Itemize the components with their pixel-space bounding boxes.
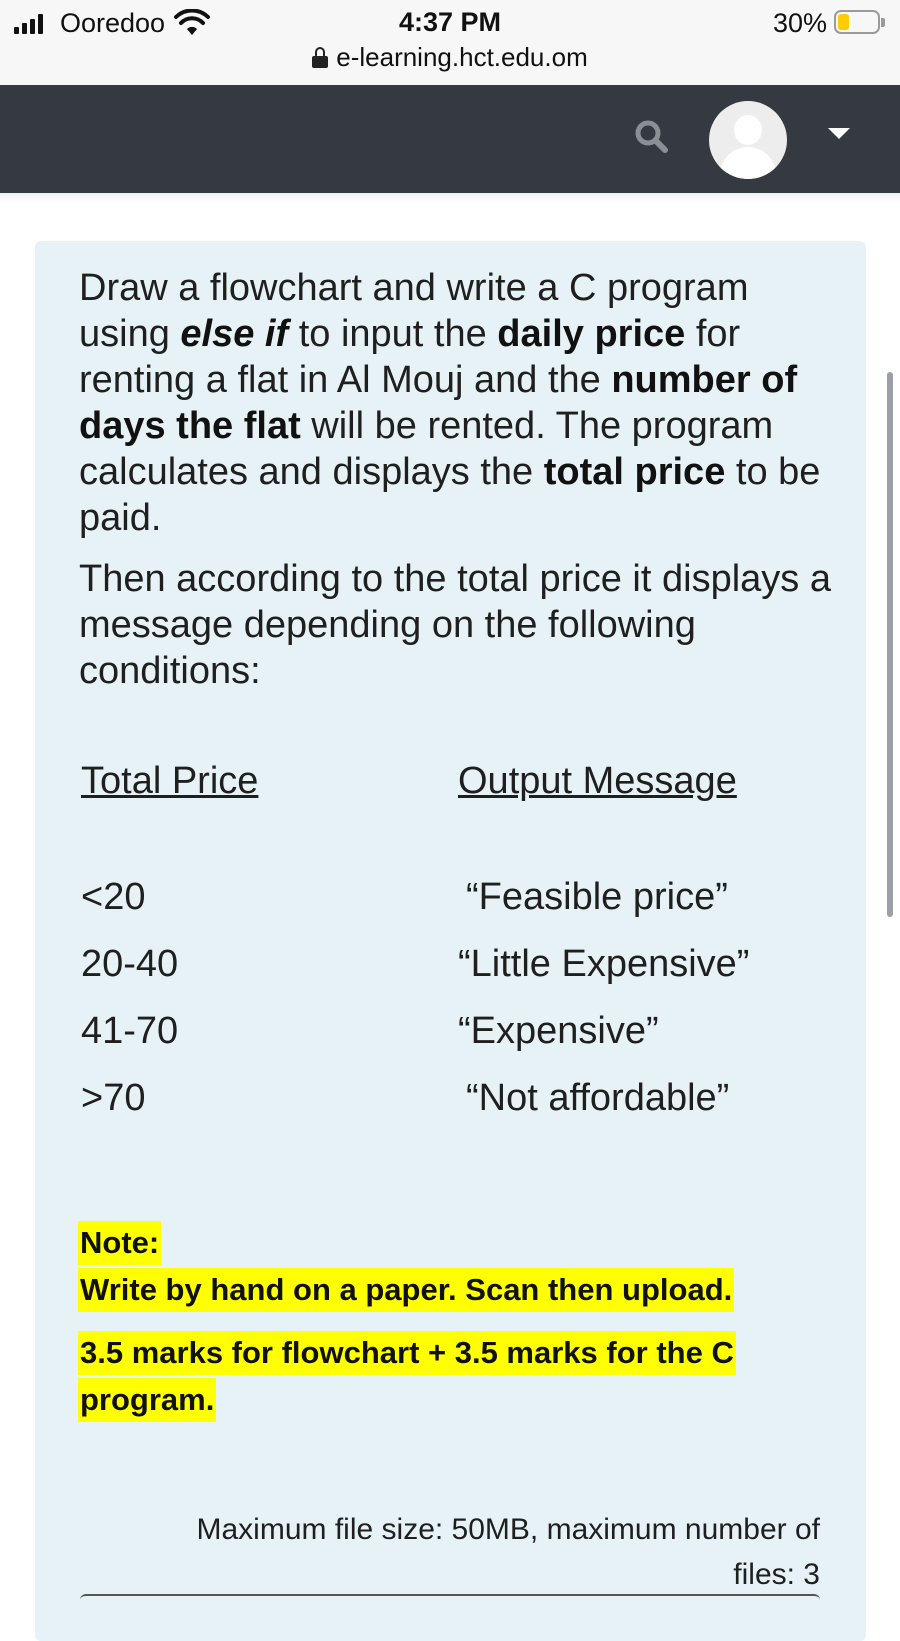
column-header-output-message: Output Message [458, 760, 737, 802]
url-text: e-learning.hct.edu.om [336, 42, 588, 72]
address-bar[interactable]: e-learning.hct.edu.om [0, 42, 900, 73]
file-drop-area[interactable] [80, 1594, 820, 1600]
table-row-price: 20-40 [81, 943, 179, 985]
column-header-total-price: Total Price [81, 760, 259, 802]
marks-line-1: 3.5 marks for flowchart + 3.5 marks for … [78, 1331, 736, 1375]
scrollbar[interactable] [887, 372, 893, 917]
question-paragraph-2: Then according to the total price it dis… [79, 558, 831, 692]
chevron-down-icon[interactable] [828, 128, 850, 139]
lock-icon [312, 46, 329, 69]
upload-limits-line-2: files: 3 [733, 1558, 820, 1591]
marks-line-2: program. [78, 1378, 217, 1422]
table-row-price: <20 [81, 876, 146, 918]
user-avatar[interactable] [709, 101, 787, 179]
clock: 4:37 PM [398, 7, 502, 37]
battery-icon [834, 10, 885, 34]
table-row-message: “Feasible price” [466, 876, 728, 918]
status-bar: Ooredoo 4:37 PM 30% e-learning.hct.edu.o… [0, 0, 900, 85]
battery-fill [838, 14, 849, 30]
question-paragraph-1: Draw a flowchart and write a C program u… [79, 267, 821, 539]
table-row-price: 41-70 [81, 1010, 179, 1052]
table-row-message: “Not affordable” [466, 1077, 730, 1119]
table-row-message: “Little Expensive” [458, 943, 750, 985]
battery-percent: 30% [773, 8, 828, 38]
note-instruction: Write by hand on a paper. Scan then uplo… [78, 1268, 735, 1312]
table-row-price: >70 [81, 1077, 146, 1119]
table-row-message: “Expensive” [458, 1010, 659, 1052]
upload-limits-line-1: Maximum file size: 50MB, maximum number … [196, 1513, 821, 1546]
search-icon[interactable] [632, 117, 672, 157]
note-label: Note: [78, 1221, 162, 1265]
